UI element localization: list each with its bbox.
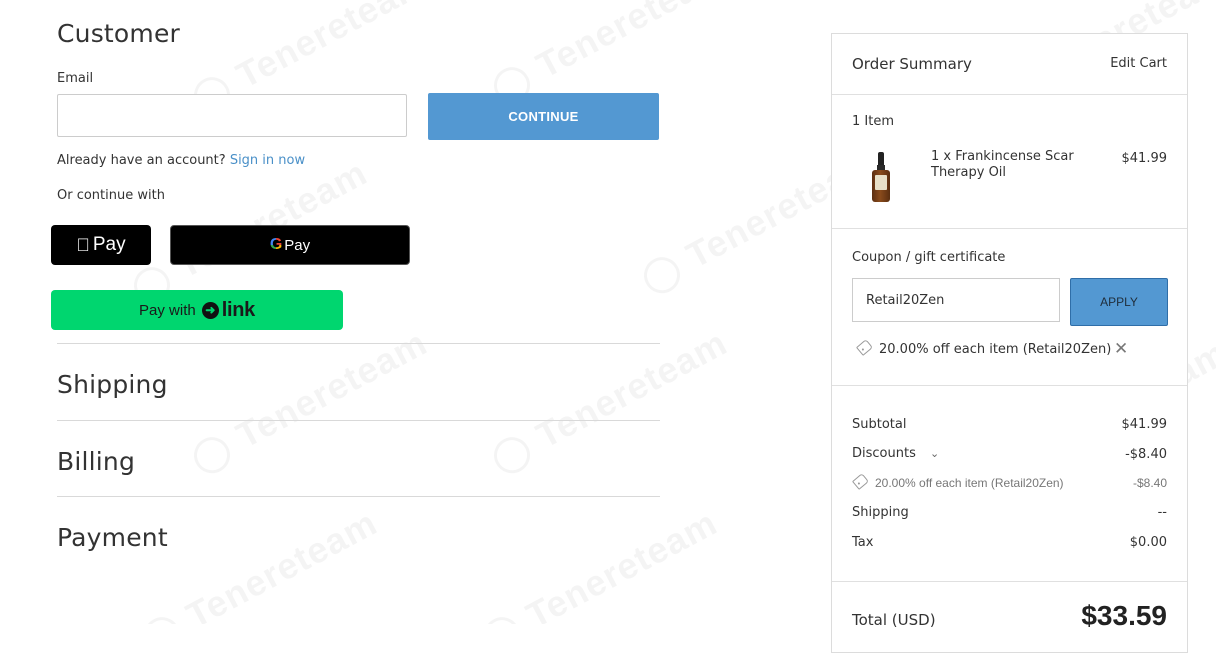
link-pay-with-text: Pay with — [139, 301, 196, 319]
item-name: 1 x Frankincense Scar Therapy Oil — [931, 149, 1074, 180]
watermark: Tenereteam — [185, 322, 434, 481]
order-summary: Order Summary Edit Cart 1 Item 1 x Frank… — [831, 33, 1188, 653]
continue-with-label: Or continue with — [57, 188, 165, 203]
discount-detail-value: -$8.40 — [1132, 476, 1167, 490]
watermark: Tenereteam — [485, 322, 734, 481]
tag-icon — [855, 339, 874, 356]
discount-detail: 20.00% off each item (Retail20Zen) — [851, 473, 1064, 490]
divider — [832, 581, 1187, 582]
account-prompt-text: Already have an account? — [57, 153, 226, 168]
continue-button[interactable]: CONTINUE — [428, 93, 659, 140]
customer-heading: Customer — [57, 19, 181, 48]
divider — [832, 94, 1187, 95]
divider — [832, 228, 1187, 229]
google-pay-label: Pay — [284, 236, 311, 254]
chevron-down-icon: ⌄ — [930, 447, 940, 460]
divider — [57, 420, 660, 421]
account-prompt: Already have an account? Sign in now — [57, 153, 305, 168]
discounts-toggle[interactable]: Discounts ⌄ — [852, 446, 939, 461]
google-pay-button[interactable]: G Pay — [170, 225, 410, 265]
discounts-value: -$8.40 — [1125, 447, 1167, 462]
apple-icon:  — [76, 235, 90, 256]
subtotal-label: Subtotal — [852, 417, 907, 432]
discount-detail-label: 20.00% off each item (Retail20Zen) — [875, 476, 1064, 490]
divider — [57, 343, 660, 344]
subtotal-value: $41.99 — [1121, 417, 1168, 432]
coupon-input[interactable] — [852, 278, 1060, 322]
item-price: $41.99 — [1121, 151, 1168, 166]
billing-heading: Billing — [57, 447, 136, 476]
divider — [57, 496, 660, 497]
order-summary-title: Order Summary — [852, 55, 972, 73]
applied-coupon-text: 20.00% off each item (Retail20Zen) — [879, 342, 1112, 357]
link-pay-button[interactable]: Pay with ➜ link — [51, 290, 343, 330]
sign-in-link[interactable]: Sign in now — [230, 153, 305, 168]
divider — [832, 385, 1187, 386]
coupon-link[interactable]: Coupon / gift certificate — [852, 250, 1005, 265]
item-count: 1 Item — [852, 114, 894, 129]
email-input[interactable] — [57, 94, 407, 137]
discounts-label: Discounts — [852, 446, 916, 461]
link-word: link — [221, 298, 256, 321]
edit-cart-link[interactable]: Edit Cart — [1110, 56, 1167, 71]
tax-label: Tax — [852, 535, 874, 550]
tag-icon — [851, 473, 870, 490]
total-value: $33.59 — [1081, 600, 1167, 631]
link-arrow-icon: ➜ — [201, 301, 219, 319]
remove-coupon-icon[interactable]: ✕ — [1114, 339, 1128, 359]
payment-heading: Payment — [57, 523, 168, 552]
shipping-value: -- — [1157, 505, 1167, 520]
watermark: Tenereteam — [475, 502, 724, 624]
apple-pay-label: Pay — [86, 234, 126, 255]
total-label: Total (USD) — [852, 611, 936, 629]
product-image — [872, 152, 890, 204]
tax-value: $0.00 — [1129, 535, 1167, 550]
applied-coupon: 20.00% off each item (Retail20Zen) — [855, 339, 1112, 357]
watermark: Tenereteam — [135, 502, 384, 624]
google-icon: G — [269, 236, 283, 253]
shipping-label: Shipping — [852, 505, 909, 520]
email-label: Email — [57, 71, 94, 86]
shipping-heading: Shipping — [57, 370, 168, 399]
apple-pay-button[interactable]:  Pay — [51, 225, 151, 265]
apply-button[interactable]: APPLY — [1070, 278, 1168, 326]
